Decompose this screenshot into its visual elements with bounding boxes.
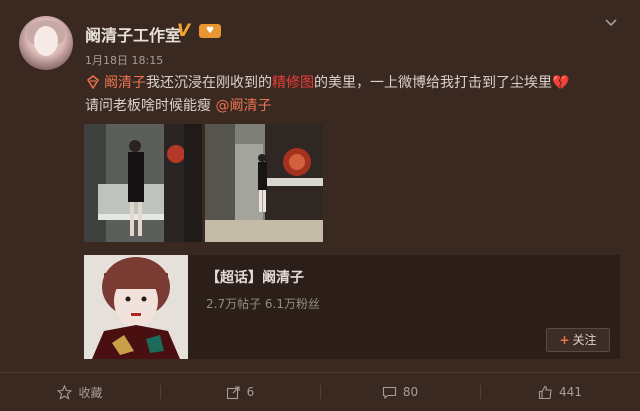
supertopic-stats: 2.7万帖子 6.1万粉丝 (206, 295, 320, 312)
repost-button[interactable]: 6 (160, 373, 320, 411)
body-text-2: 的美里，一上微博给我打击到了尘埃里 (314, 75, 552, 91)
avatar-face (34, 26, 58, 56)
post-photo-2[interactable] (205, 124, 323, 242)
like-count: 441 (559, 385, 582, 399)
post-photo-1[interactable] (84, 124, 202, 242)
favorite-button[interactable]: 收藏 (0, 373, 160, 411)
plus-icon: + (559, 333, 570, 347)
follow-label: 关注 (572, 333, 597, 347)
action-bar: 收藏 6 80 441 (0, 373, 640, 411)
link-icon (87, 75, 99, 89)
follow-button[interactable]: + 关注 (546, 328, 610, 352)
chevron-down-icon[interactable] (604, 16, 618, 30)
post-meta: 1月18日 18:15 (85, 52, 169, 68)
repost-count: 6 (246, 385, 255, 399)
post-timestamp[interactable]: 1月18日 18:15 (85, 54, 163, 67)
comment-button[interactable]: 80 (320, 373, 480, 411)
like-button[interactable]: 441 (480, 373, 640, 411)
author-avatar[interactable] (19, 16, 73, 70)
supertopic-posts: 2.7万帖子 (206, 297, 262, 311)
body-text-3: 请问老板啥时候能瘦 (85, 98, 216, 114)
supertopic-thumbnail (84, 255, 188, 359)
weibo-post-card: 阚清子工作室 V ♥ 1月18日 18:15 阚清子我还沉浸在刚收到的精修图的美… (0, 0, 640, 411)
mention-user[interactable]: @阚清子 (215, 98, 271, 114)
supertopic-fans: 6.1万粉丝 (264, 297, 321, 311)
supertopic-card[interactable]: 【超话】阚清子 2.7万帖子 6.1万粉丝 + 关注 (84, 255, 620, 359)
member-badge-icon[interactable]: ♥ (199, 24, 221, 38)
supertopic-thumbnail-image (84, 255, 188, 359)
broken-heart-icon: 💔 (552, 75, 570, 91)
author-name[interactable]: 阚清子工作室 (85, 22, 181, 46)
highlight-text: 精修图 (272, 75, 314, 91)
photo-1-image (84, 124, 202, 242)
body-text-1: 我还沉浸在刚收到的 (146, 75, 272, 91)
comment-count: 80 (402, 385, 419, 399)
comment-icon (382, 386, 396, 399)
verified-icon: V (177, 21, 191, 41)
post-body: 阚清子我还沉浸在刚收到的精修图的美里，一上微博给我打击到了尘埃里💔 请问老板啥时… (85, 72, 620, 118)
mention-link[interactable]: 阚清子 (104, 75, 146, 91)
share-icon (226, 385, 240, 399)
thumbs-up-icon (538, 385, 552, 399)
star-icon (57, 384, 73, 400)
photo-2-image (205, 124, 323, 242)
supertopic-title[interactable]: 【超话】阚清子 (206, 267, 304, 287)
favorite-label: 收藏 (78, 385, 103, 400)
